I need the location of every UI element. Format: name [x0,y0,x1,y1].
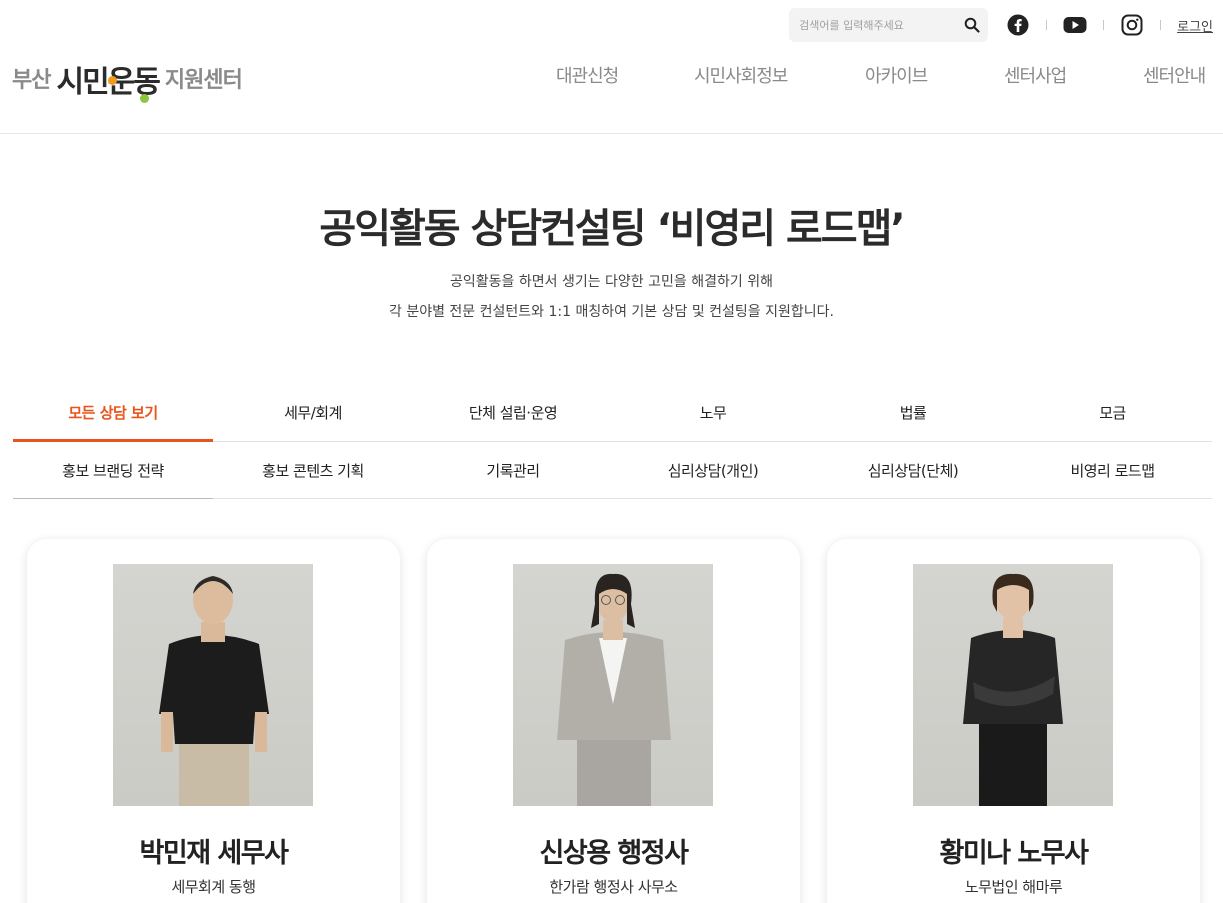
consultant-org: 세무회계 동행 [171,878,256,896]
nav-item-rental[interactable]: 대관신청 [556,62,619,88]
site-logo[interactable]: 부산 시민운동 지원센터 [12,50,243,103]
page-title: 공익활동 상담컨설팅 ‘비영리 로드맵’ [319,206,905,252]
consultant-photo [113,564,313,806]
tab-row-1: 모든 상담 보기 세무/회계 단체 설립·운영 노무 법률 모금 [13,383,1212,442]
tab-branding-strategy[interactable]: 홍보 브랜딩 전략 [13,442,213,499]
main-nav: 대관신청 시민사회정보 아카이브 센터사업 센터안내 [520,62,1223,92]
logo-text-right: 지원센터 [164,68,243,93]
search-box [789,8,989,42]
tab-all[interactable]: 모든 상담 보기 [13,383,213,442]
consultant-card[interactable]: 황미나 노무사 노무법인 해마루 [827,539,1200,903]
tab-counseling-individual[interactable]: 심리상담(개인) [613,442,813,498]
sns-links [1006,13,1177,37]
tab-content-planning[interactable]: 홍보 콘텐츠 기획 [213,442,413,498]
instagram-icon[interactable] [1120,13,1144,37]
search-icon[interactable] [964,17,980,33]
tab-counseling-group[interactable]: 심리상담(단체) [813,442,1013,498]
tab-law[interactable]: 법률 [813,383,1013,441]
logo-text-main: 시민운동 [56,68,161,103]
consultant-photo [513,564,713,806]
tab-fundraising[interactable]: 모금 [1013,383,1212,441]
nav-item-archive[interactable]: 아카이브 [865,62,928,88]
sns-divider [1103,20,1105,30]
tab-records[interactable]: 기록관리 [413,442,613,498]
consultant-org: 한가람 행정사 사무소 [549,878,678,896]
utility-bar: 로그인 [789,8,1213,42]
facebook-icon[interactable] [1006,13,1030,37]
logo-text-left: 부산 [12,68,51,93]
consultant-org: 노무법인 해마루 [964,878,1063,896]
tab-row-2: 홍보 브랜딩 전략 홍보 콘텐츠 기획 기록관리 심리상담(개인) 심리상담(단… [13,442,1212,499]
sns-divider [1046,20,1048,30]
logo-dot-green [140,94,150,103]
nav-item-civil-info[interactable]: 시민사회정보 [694,62,788,88]
site-header: 부산 시민운동 지원센터 로그 [0,0,1223,134]
tab-nonprofit-roadmap[interactable]: 비영리 로드맵 [1013,442,1212,498]
nav-item-center-business[interactable]: 센터사업 [1004,62,1067,88]
login-link[interactable]: 로그인 [1177,16,1213,35]
consultant-name: 박민재 세무사 [139,838,289,869]
page-description-line2: 각 분야별 전문 컨설턴트와 1:1 매칭하여 기본 상담 및 컨설팅을 지원합… [388,304,834,320]
consultant-card[interactable]: 신상용 행정사 한가람 행정사 사무소 [427,539,800,903]
consultant-name: 황미나 노무사 [939,838,1089,869]
consultant-name: 신상용 행정사 [539,838,689,869]
tab-tax-accounting[interactable]: 세무/회계 [213,383,413,441]
tab-labor[interactable]: 노무 [613,383,813,441]
category-tabs: 모든 상담 보기 세무/회계 단체 설립·운영 노무 법률 모금 홍보 브랜딩 … [13,383,1212,499]
search-input[interactable] [789,8,950,42]
page-description-line1: 공익활동을 하면서 생기는 다양한 고민을 해결하기 위해 [450,274,773,290]
consultant-card[interactable]: 박민재 세무사 세무회계 동행 [27,539,400,903]
tab-org-setup[interactable]: 단체 설립·운영 [413,383,613,441]
nav-item-center-guide[interactable]: 센터안내 [1143,62,1206,88]
sns-divider [1160,20,1162,30]
youtube-icon[interactable] [1063,13,1087,37]
consultant-photo [913,564,1113,806]
